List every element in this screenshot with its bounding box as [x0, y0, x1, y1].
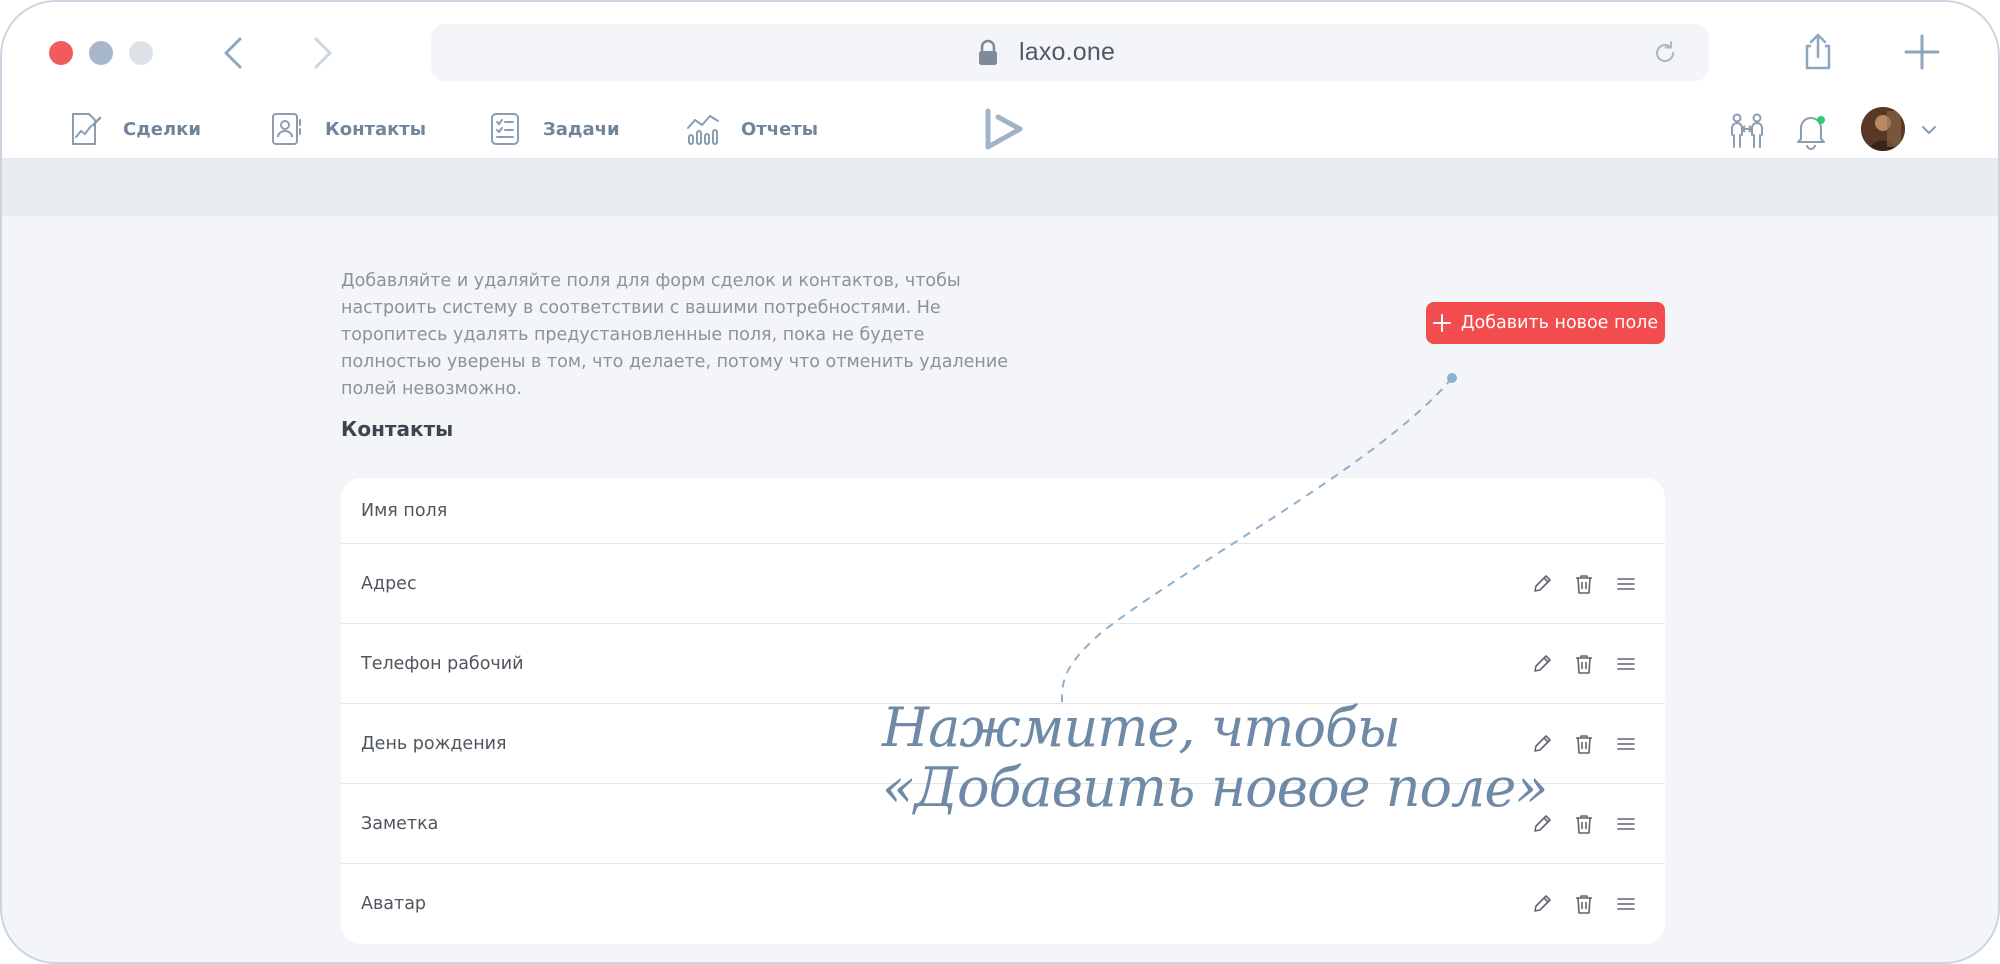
- nav-label-deals: Сделки: [123, 118, 201, 140]
- subheader-band: [2, 159, 1998, 216]
- minimize-window-button[interactable]: [89, 41, 113, 65]
- field-name: Телефон рабочий: [361, 653, 524, 674]
- row-actions: [1511, 704, 1637, 783]
- edit-pencil-icon[interactable]: [1531, 573, 1553, 595]
- table-header: Имя поля: [341, 478, 1665, 544]
- share-icon[interactable]: [1796, 30, 1840, 74]
- field-name: Адрес: [361, 573, 417, 594]
- table-row: Аватар: [341, 864, 1665, 944]
- delete-trash-icon[interactable]: [1573, 733, 1595, 755]
- chevron-down-icon[interactable]: [1916, 117, 1942, 143]
- table-row: Заметка: [341, 784, 1665, 864]
- forward-arrow-icon[interactable]: [302, 33, 342, 73]
- delete-trash-icon[interactable]: [1573, 573, 1595, 595]
- column-header-field-name: Имя поля: [361, 500, 448, 521]
- add-new-field-label: Добавить новое поле: [1460, 313, 1659, 333]
- nav-item-tasks[interactable]: Задачи: [487, 105, 620, 153]
- nav-label-tasks: Задачи: [543, 118, 620, 140]
- deals-icon: [72, 113, 102, 145]
- notification-bell-icon[interactable]: [1791, 111, 1831, 151]
- lock-icon: [979, 39, 997, 65]
- field-name: Заметка: [361, 813, 439, 834]
- edit-pencil-icon[interactable]: [1531, 813, 1553, 835]
- nav-label-reports: Отчеты: [741, 118, 819, 140]
- field-name: Аватар: [361, 894, 427, 914]
- row-actions: [1511, 624, 1637, 703]
- delete-trash-icon[interactable]: [1573, 893, 1595, 915]
- avatar-photo-icon: [1861, 107, 1905, 151]
- nav-item-reports[interactable]: Отчеты: [685, 105, 818, 153]
- add-new-field-button[interactable]: Добавить новое поле: [1426, 302, 1665, 344]
- browser-toolbar: laxo.one: [2, 2, 1998, 105]
- reports-icon: [687, 115, 719, 145]
- row-actions: [1511, 784, 1637, 863]
- delete-trash-icon[interactable]: [1573, 813, 1595, 835]
- table-row: День рождения: [341, 704, 1665, 784]
- browser-window: laxo.one Сделки Контакты Задачи Отчеты Д…: [0, 0, 2000, 964]
- drag-handle-icon[interactable]: [1615, 813, 1637, 835]
- section-title: Контакты: [341, 417, 454, 441]
- drag-handle-icon[interactable]: [1615, 653, 1637, 675]
- laxo-logo-icon[interactable]: [982, 107, 1026, 151]
- edit-pencil-icon[interactable]: [1531, 733, 1553, 755]
- delete-trash-icon[interactable]: [1573, 653, 1595, 675]
- address-bar[interactable]: laxo.one: [431, 24, 1709, 81]
- drag-handle-icon[interactable]: [1615, 893, 1637, 915]
- tasks-icon: [491, 113, 519, 145]
- close-window-button[interactable]: [49, 41, 73, 65]
- settings-description: Добавляйте и удаляйте поля для форм сдел…: [341, 271, 1009, 399]
- plus-icon: [1432, 314, 1451, 332]
- url-text: laxo.one: [1019, 38, 1116, 66]
- edit-pencil-icon[interactable]: [1531, 893, 1553, 915]
- nav-label-contacts: Контакты: [325, 118, 427, 140]
- edit-pencil-icon[interactable]: [1531, 653, 1553, 675]
- maximize-window-button[interactable]: [129, 41, 153, 65]
- contacts-icon: [272, 113, 301, 145]
- row-actions: [1511, 544, 1637, 623]
- team-icon[interactable]: [1727, 111, 1767, 151]
- new-tab-plus-icon[interactable]: [1900, 30, 1944, 74]
- main-content: Добавляйте и удаляйте поля для форм сдел…: [2, 216, 1998, 962]
- reload-icon[interactable]: [1651, 39, 1679, 67]
- drag-handle-icon[interactable]: [1615, 733, 1637, 755]
- back-arrow-icon[interactable]: [214, 33, 254, 73]
- nav-item-deals[interactable]: Сделки: [67, 105, 201, 153]
- table-row: Телефон рабочий: [341, 624, 1665, 704]
- field-name: День рождения: [361, 733, 507, 754]
- row-actions: [1511, 864, 1637, 944]
- user-avatar[interactable]: [1861, 107, 1905, 151]
- drag-handle-icon[interactable]: [1615, 573, 1637, 595]
- app-navigation: Сделки Контакты Задачи Отчеты: [2, 105, 1998, 159]
- table-row: Адрес: [341, 544, 1665, 624]
- fields-table: Имя поля Адрес Телефон рабочий День рожд…: [341, 478, 1665, 944]
- nav-item-contacts[interactable]: Контакты: [269, 105, 426, 153]
